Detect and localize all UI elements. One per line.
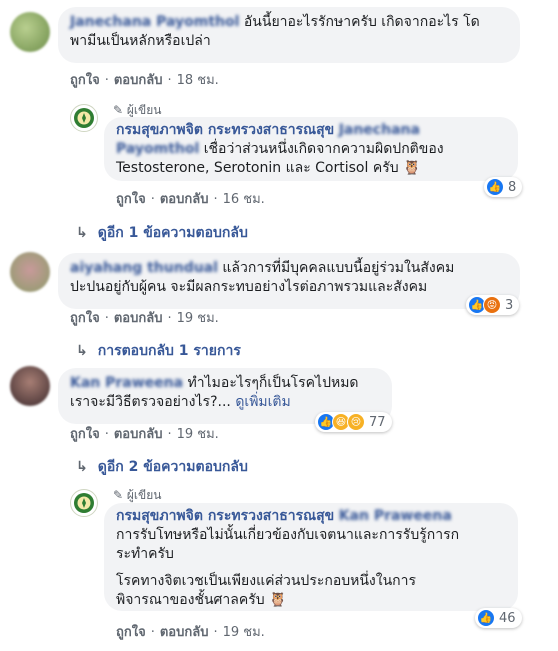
reaction-count: 3 [505, 297, 514, 313]
comment-actions: ถูกใจ · ตอบกลับ · 19 ชม. [70, 427, 219, 442]
comment-actions: ถูกใจ · ตอบกลับ · 18 ชม. [70, 73, 219, 88]
pencil-icon: ✎ [113, 488, 124, 502]
reaction-count: 46 [499, 610, 516, 626]
avatar[interactable] [10, 252, 50, 292]
view-more-replies[interactable]: ↳ ดูอีก 1 ข้อความตอบกลับ [76, 222, 248, 244]
timestamp[interactable]: 18 ชม. [177, 73, 219, 88]
timestamp[interactable]: 19 ชม. [177, 311, 219, 326]
reply-link[interactable]: ตอบกลับ [160, 192, 209, 207]
comment-text: อันนี้ยาอะไรรักษาครับ เกิดจากอะไร โด [243, 14, 480, 30]
angry-reaction-icon: 😡 [483, 296, 501, 314]
timestamp[interactable]: 16 ชม. [223, 192, 265, 207]
comment-author[interactable]: กรมสุขภาพจิต กระทรวงสาธารณสุข [116, 508, 334, 524]
comment-text: พิจารณาของชั้นศาลครับ [116, 592, 265, 608]
comment-text: โรคทางจิตเวชเป็นเพียงแค่ส่วนประกอบหนึ่งใ… [116, 573, 417, 589]
comment-text: ทำไมอะไรๆก็เป็นโรคไปหมด [187, 375, 359, 391]
like-link[interactable]: ถูกใจ [70, 311, 100, 326]
reaction-count: 77 [369, 414, 386, 430]
owl-emoji-icon: 🦉 [403, 160, 421, 176]
comment-text: พามีนเป็นหลักหรือเปล่า [70, 33, 211, 49]
like-link[interactable]: ถูกใจ [116, 192, 146, 207]
avatar[interactable] [10, 12, 50, 52]
reactions[interactable]: 👍 😡 3 [466, 295, 520, 315]
like-link[interactable]: ถูกใจ [70, 73, 100, 88]
like-link[interactable]: ถูกใจ [116, 625, 146, 640]
sad-reaction-icon: 😢 [347, 413, 365, 431]
page-avatar[interactable] [70, 489, 98, 517]
comment-text: การรับโทษหรือไม่นั้นเกี่ยวข้องกับเจตนาแล… [116, 527, 460, 543]
comment-text: Testosterone, Serotonin และ Cortisol ครั… [116, 160, 399, 176]
comment-author[interactable]: Kan Praweena [70, 375, 183, 391]
reactions[interactable]: 👍 46 [475, 608, 522, 628]
reply-link[interactable]: ตอบกลับ [114, 427, 163, 442]
comment-bubble: aiyahang thundual แล้วการที่มีบุคคลแบบนี… [58, 253, 520, 309]
comment-bubble: กรมสุขภาพจิต กระทรวงสาธารณสุข Kan Prawee… [104, 503, 518, 611]
comment-text: เชื่อว่าส่วนหนึ่งเกิดจากความผิดปกติของ [203, 141, 444, 157]
view-more-replies[interactable]: ↳ ดูอีก 2 ข้อความตอบกลับ [76, 456, 248, 478]
avatar[interactable] [10, 366, 50, 406]
page-logo-icon [74, 493, 94, 513]
comment-author[interactable]: Janechana Payomthol [70, 14, 239, 30]
comment-actions: ถูกใจ · ตอบกลับ · 16 ชม. [116, 192, 265, 207]
comment-actions: ถูกใจ · ตอบกลับ · 19 ชม. [116, 625, 265, 640]
reaction-count: 8 [508, 179, 517, 195]
comment-text: แล้วการที่มีบุคคลแบบนี้อยู่ร่วมในสังคม [222, 260, 455, 276]
reply-arrow-icon: ↳ [76, 225, 88, 241]
mention[interactable]: Kan Praweena [339, 508, 452, 524]
reply-link[interactable]: ตอบกลับ [160, 625, 209, 640]
view-replies[interactable]: ↳ การตอบกลับ 1 รายการ [76, 340, 241, 362]
reactions[interactable]: 👍 8 [484, 177, 523, 197]
timestamp[interactable]: 19 ชม. [223, 625, 265, 640]
pencil-icon: ✎ [113, 103, 124, 117]
comment-bubble: กรมสุขภาพจิต กระทรวงสาธารณสุข Janechana … [104, 117, 518, 181]
reply-link[interactable]: ตอบกลับ [114, 311, 163, 326]
comment-author[interactable]: aiyahang thundual [70, 260, 218, 276]
page-logo-icon [74, 108, 94, 128]
timestamp[interactable]: 19 ชม. [177, 427, 219, 442]
owl-emoji-icon: 🦉 [269, 592, 287, 608]
reply-link[interactable]: ตอบกลับ [114, 73, 163, 88]
comment-text: ระทำครับ [116, 546, 174, 562]
see-more-link[interactable]: ดูเพิ่มเติม [235, 394, 290, 410]
reactions[interactable]: 👍 😆 😢 77 [315, 412, 392, 432]
comment-text: เราจะมีวิธีตรวจอย่างไร?... [70, 394, 231, 410]
comment-text: ปะปนอยู่กับผู้คน จะมีผลกระทบอย่างไรต่อภา… [70, 279, 428, 295]
comment-author[interactable]: กรมสุขภาพจิต กระทรวงสาธารณสุข [116, 122, 334, 138]
like-reaction-icon: 👍 [486, 178, 504, 196]
like-link[interactable]: ถูกใจ [70, 427, 100, 442]
reply-arrow-icon: ↳ [76, 343, 88, 359]
comment-actions: ถูกใจ · ตอบกลับ · 19 ชม. [70, 311, 219, 326]
comment-bubble: Janechana Payomthol อันนี้ยาอะไรรักษาครั… [58, 7, 520, 63]
reply-arrow-icon: ↳ [76, 459, 88, 475]
page-avatar[interactable] [70, 104, 98, 132]
like-reaction-icon: 👍 [477, 609, 495, 627]
